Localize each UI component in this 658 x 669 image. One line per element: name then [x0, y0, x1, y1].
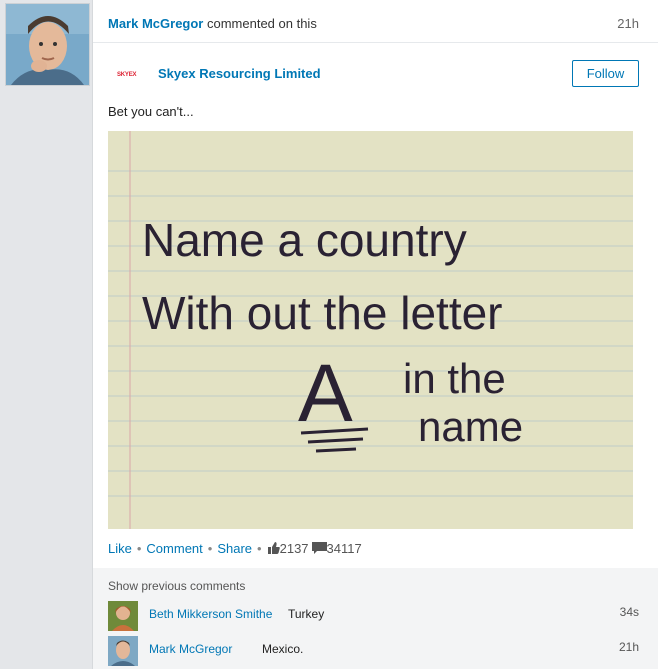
comment-text: Turkey — [288, 607, 325, 621]
company-name-link[interactable]: Skyex Resourcing Limited — [158, 66, 321, 81]
post-text: Bet you can't... — [108, 104, 194, 119]
commenter-avatar[interactable] — [108, 601, 138, 631]
image-line-2: With out the letter — [142, 287, 503, 339]
company-logo[interactable]: SKYEX — [116, 66, 140, 82]
image-line-4: in the — [403, 355, 506, 402]
comment-bubble-icon — [311, 542, 327, 554]
image-line-5: name — [418, 403, 523, 450]
post-actions: Like • Comment • Share • 2137 34117 — [108, 541, 362, 556]
actor-avatar[interactable] — [5, 3, 90, 86]
post-image[interactable]: Name a country With out the letter A in … — [108, 131, 633, 529]
commenter-name-link[interactable]: Mark McGregor — [149, 642, 232, 656]
like-count: 2137 — [279, 541, 309, 556]
separator: • — [257, 541, 262, 556]
image-line-3: A — [298, 348, 353, 439]
activity-header: Mark McGregor commented on this 21h — [93, 0, 658, 43]
commenter-name-link[interactable]: Beth Mikkerson Smithe — [149, 607, 272, 621]
actor-name-link[interactable]: Mark McGregor — [108, 16, 203, 31]
left-column — [0, 0, 92, 669]
like-link[interactable]: Like — [108, 541, 132, 556]
like-count-group[interactable]: 2137 — [267, 541, 309, 556]
activity-line: Mark McGregor commented on this — [108, 16, 317, 31]
comments-section: Show previous comments Beth Mikkerson Sm… — [93, 568, 658, 669]
commenter-avatar[interactable] — [108, 636, 138, 666]
share-link[interactable]: Share — [217, 541, 252, 556]
company-row: SKYEX Skyex Resourcing Limited Follow — [108, 60, 646, 88]
comment-link[interactable]: Comment — [146, 541, 202, 556]
show-previous-comments-link[interactable]: Show previous comments — [108, 579, 245, 593]
image-line-1: Name a country — [142, 214, 467, 266]
separator: • — [136, 541, 142, 556]
comment-count: 34117 — [326, 541, 362, 556]
action-text: commented on this — [203, 16, 317, 31]
comment-time: 34s — [619, 605, 639, 619]
comment-text: Mexico. — [262, 642, 304, 656]
follow-button[interactable]: Follow — [572, 60, 639, 87]
company-logo-text: SKYEX — [117, 72, 137, 78]
comment-count-group[interactable]: 34117 — [311, 541, 362, 556]
feed-card: Mark McGregor commented on this 21h SKYE… — [92, 0, 658, 669]
comment-item: Mark McGregor Mexico. 21h — [108, 636, 648, 666]
activity-time: 21h — [617, 16, 639, 31]
thumbs-up-icon — [267, 542, 280, 554]
separator: • — [207, 541, 213, 556]
comment-item: Beth Mikkerson Smithe Turkey 34s — [108, 601, 648, 631]
comment-time: 21h — [618, 640, 639, 654]
